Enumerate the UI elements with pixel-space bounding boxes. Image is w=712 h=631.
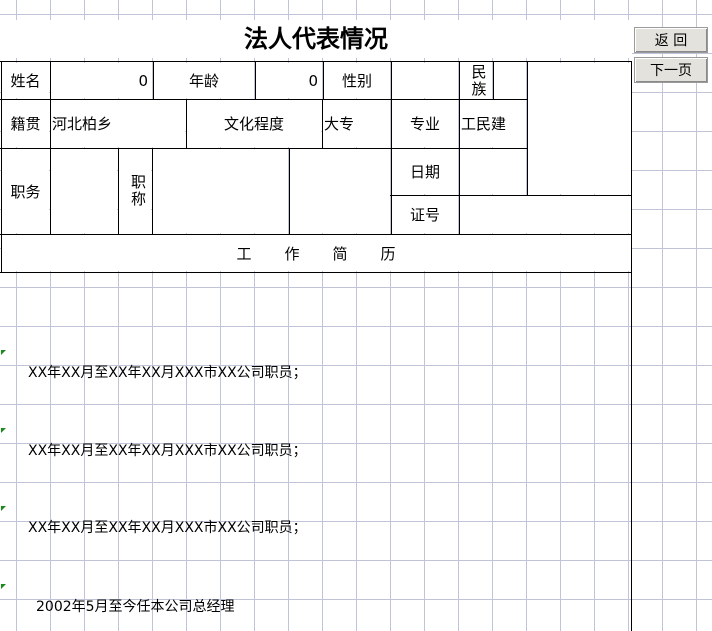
- ethnic-label: 民族: [460, 63, 492, 98]
- border: [255, 61, 256, 99]
- title-value[interactable]: [153, 149, 288, 233]
- resume-line[interactable]: XX年XX月至XX年XX月XXX市XX公司职员；: [28, 440, 307, 460]
- education-label: 文化程度: [187, 100, 321, 147]
- resume-header: 工 作 简 历: [2, 235, 631, 271]
- title-label: 职称: [119, 149, 151, 233]
- age-value[interactable]: 0: [256, 63, 322, 98]
- name-value[interactable]: 0: [51, 63, 152, 98]
- border: [391, 61, 392, 235]
- position-label: 职务: [2, 149, 49, 233]
- border: [631, 61, 632, 631]
- border: [153, 61, 154, 99]
- border: [289, 148, 290, 235]
- border: [1, 61, 2, 273]
- border: [50, 61, 51, 235]
- border: [390, 195, 632, 196]
- border: [0, 61, 632, 62]
- form-sheet: 法人代表情况 姓名 0 年龄 0 性别 民族 籍贯 河北柏乡 文化程度 大专 专…: [0, 0, 712, 631]
- border: [527, 61, 528, 196]
- major-value[interactable]: 工民建: [460, 100, 526, 147]
- ethnic-value[interactable]: [494, 63, 526, 98]
- border: [493, 61, 494, 99]
- border: [0, 148, 528, 149]
- comment-marker: [1, 350, 6, 355]
- next-page-button[interactable]: 下一页: [634, 57, 708, 83]
- comment-marker: [1, 428, 6, 433]
- date-value[interactable]: [460, 149, 526, 194]
- date-label: 日期: [392, 149, 458, 194]
- name-label: 姓名: [2, 63, 49, 98]
- border: [322, 99, 323, 149]
- border: [0, 234, 632, 235]
- resume-line[interactable]: 2002年5月至今任本公司总经理: [36, 596, 235, 616]
- major-label: 专业: [392, 100, 458, 147]
- back-button[interactable]: 返 回: [634, 27, 708, 53]
- border: [0, 272, 632, 273]
- native-value[interactable]: 河北柏乡: [51, 100, 185, 147]
- education-value[interactable]: 大专: [323, 100, 390, 147]
- border: [0, 99, 528, 100]
- comment-marker: [1, 584, 6, 589]
- border: [118, 148, 119, 235]
- border: [152, 148, 153, 235]
- resume-line[interactable]: XX年XX月至XX年XX月XXX市XX公司职员；: [28, 517, 307, 537]
- position-value[interactable]: [51, 149, 117, 233]
- extra-cell[interactable]: [290, 149, 390, 233]
- border: [323, 61, 324, 99]
- gender-label: 性别: [324, 63, 390, 98]
- comment-marker: [1, 506, 6, 511]
- cert-label: 证号: [392, 196, 458, 233]
- gender-value[interactable]: [392, 63, 458, 98]
- age-label: 年龄: [154, 63, 254, 98]
- resume-line[interactable]: XX年XX月至XX年XX月XXX市XX公司职员；: [28, 362, 307, 382]
- photo-cell: [528, 63, 631, 194]
- page-title: 法人代表情况: [0, 20, 632, 58]
- native-label: 籍贯: [2, 100, 49, 147]
- cert-value[interactable]: [460, 196, 631, 233]
- border: [186, 99, 187, 149]
- border: [459, 61, 460, 235]
